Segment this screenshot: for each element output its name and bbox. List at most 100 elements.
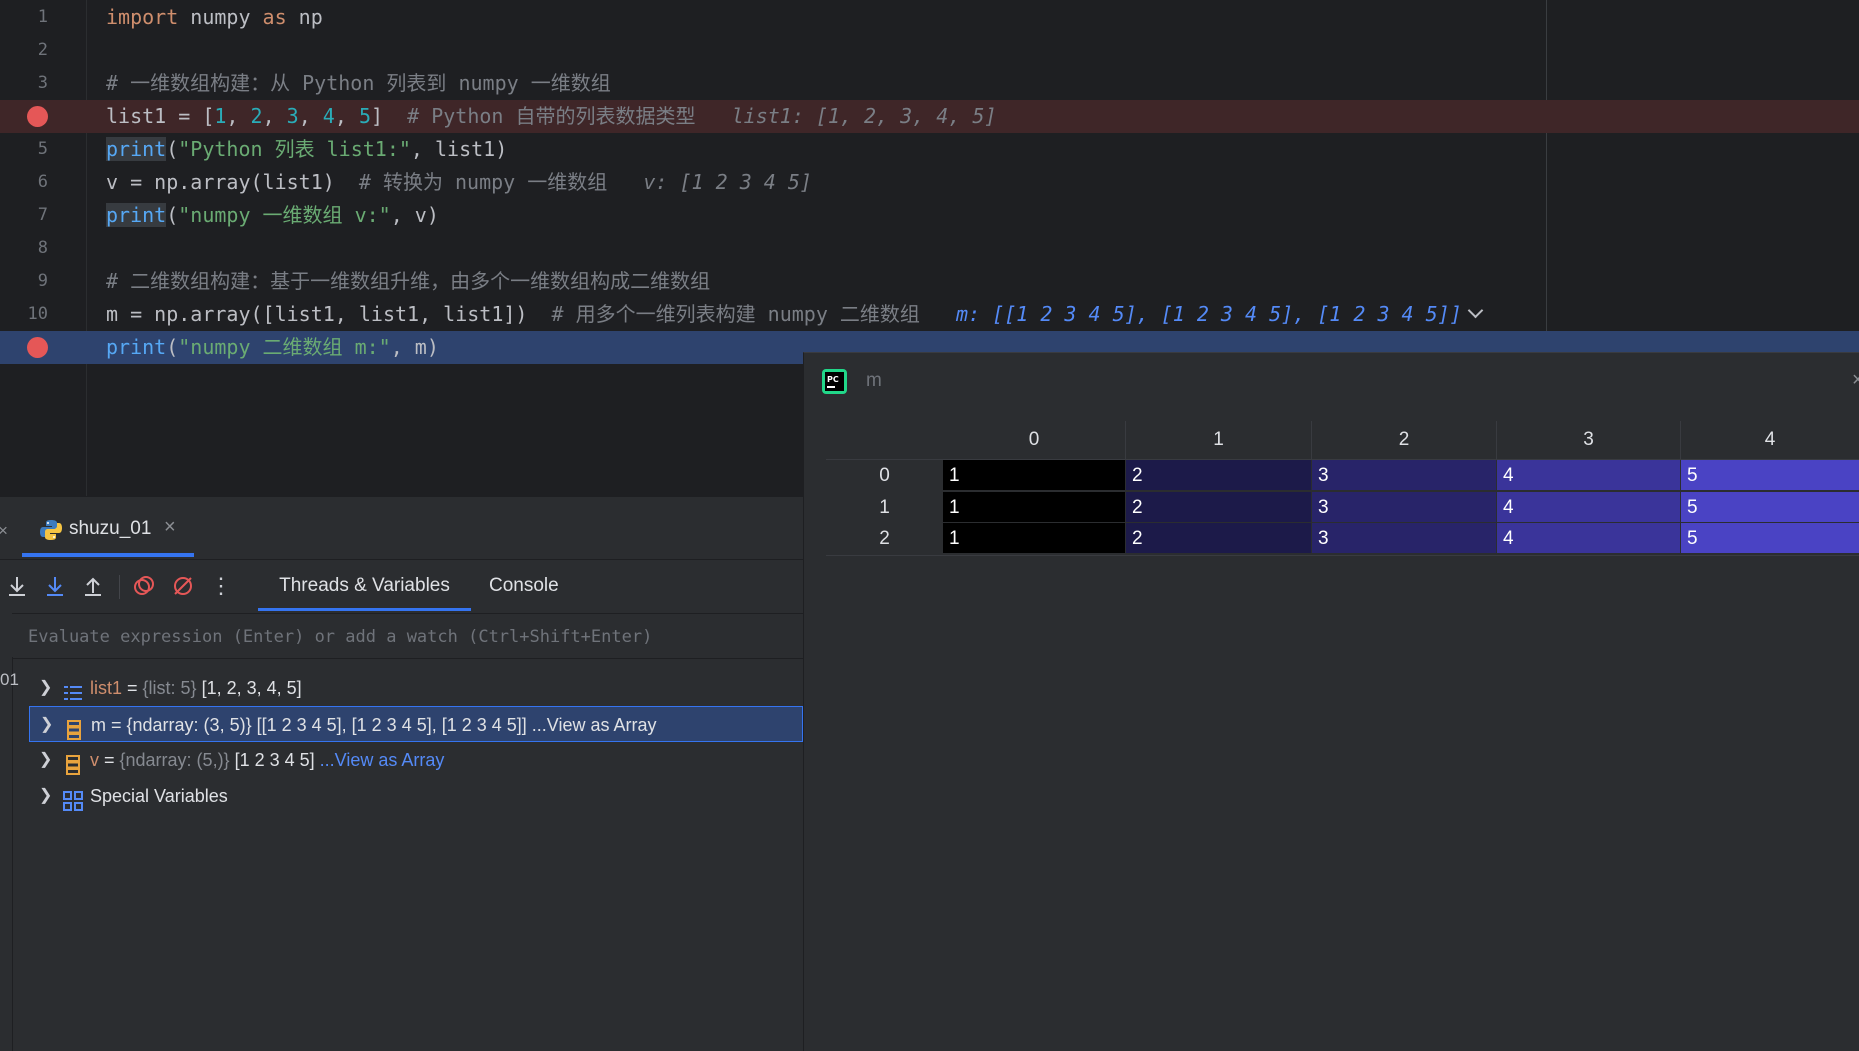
viewer-title-bar: PC m × <box>804 353 1859 413</box>
code-text: list1 = [1, 2, 3, 4, 5] # Python 自带的列表数据… <box>106 100 997 133</box>
variable-text: m = {ndarray: (3, 5)} [[1 2 3 4 5], [1 2… <box>91 707 657 743</box>
line-number: 5 <box>37 139 48 159</box>
code-token: # 一维数组构建：从 Python 列表到 numpy 一维数组 <box>106 71 611 95</box>
breakpoint-icon[interactable] <box>27 337 48 358</box>
row-index[interactable]: 1 <box>826 492 943 523</box>
variable-text: Special Variables <box>90 778 228 814</box>
frames-strip: 01 <box>0 657 19 1051</box>
code-token: , list1) <box>410 137 508 161</box>
code-line[interactable]: 6 v = np.array(list1) # 转换为 numpy 一维数组 v:… <box>0 166 1859 199</box>
pycharm-icon: PC <box>822 369 847 394</box>
code-text: print("Python 列表 list1:", list1) <box>106 133 507 166</box>
close-icon[interactable]: × <box>1852 369 1859 392</box>
code-token: "numpy 二维数组 m:" <box>178 335 391 359</box>
line-number: 6 <box>37 172 48 192</box>
array-cell[interactable]: 3 <box>1312 523 1497 554</box>
code-token: as <box>262 5 287 29</box>
variable-row[interactable]: ❯ Special Variables <box>29 778 803 814</box>
array-cell[interactable]: 1 <box>943 491 1126 523</box>
step-into-icon[interactable] <box>40 571 70 601</box>
code-token: ( <box>166 137 179 161</box>
variable-row[interactable]: ❯ m = {ndarray: (3, 5)} [[1 2 3 4 5], [1 … <box>29 706 803 742</box>
frame-stub[interactable]: 01 <box>0 670 19 690</box>
view-as-array-link[interactable]: ...View as Array <box>320 750 445 770</box>
more-options-icon[interactable]: ⋮ <box>206 571 236 601</box>
tab-threads-variables[interactable]: Threads & Variables <box>258 561 471 611</box>
code-token: 2 <box>250 104 263 128</box>
variable-type: {ndarray: (5,)} <box>119 750 230 770</box>
array-cell[interactable]: 4 <box>1497 491 1681 523</box>
svg-text:PC: PC <box>827 375 839 384</box>
code-token: 3 <box>286 104 299 128</box>
code-token: print <box>106 137 167 161</box>
variable-text: v = {ndarray: (5,)} [1 2 3 4 5] ...View … <box>90 742 444 778</box>
column-header[interactable]: 2 <box>1312 421 1497 459</box>
code-token: m = np.array([list1, list1, list1]) <box>106 302 552 326</box>
expand-chevron-icon[interactable] <box>1467 302 1484 319</box>
code-text: # 一维数组构建：从 Python 列表到 numpy 一维数组 <box>106 67 611 100</box>
array-cell[interactable]: 4 <box>1497 523 1681 554</box>
array-cell[interactable]: 2 <box>1126 460 1312 491</box>
mute-breakpoints-icon[interactable] <box>168 571 198 601</box>
row-index[interactable]: 2 <box>826 523 943 554</box>
close-icon[interactable]: × <box>0 521 8 541</box>
run-config-tab[interactable]: shuzu_01 × <box>22 497 194 557</box>
code-line[interactable]: list1 = [1, 2, 3, 4, 5] # Python 自带的列表数据… <box>0 100 1859 133</box>
variable-row[interactable]: ❯ list1 = {list: 5} [1, 2, 3, 4, 5] <box>29 670 803 706</box>
code-line[interactable]: 2 <box>0 34 1859 67</box>
variable-value: [1, 2, 3, 4, 5] <box>196 678 302 698</box>
expand-arrow-icon[interactable]: ❯ <box>39 778 52 814</box>
line-number: 1 <box>37 7 48 27</box>
step-over-icon[interactable] <box>2 571 32 601</box>
column-header[interactable]: 4 <box>1681 421 1859 459</box>
column-header[interactable]: 0 <box>943 421 1126 459</box>
step-out-icon[interactable] <box>78 571 108 601</box>
view-breakpoints-icon[interactable] <box>129 571 159 601</box>
variable-name: Special Variables <box>90 786 228 806</box>
array-cell[interactable]: 3 <box>1312 491 1497 523</box>
array-cell[interactable]: 5 <box>1681 523 1859 554</box>
variable-name: list1 <box>90 678 123 698</box>
code-line[interactable]: 10 m = np.array([list1, list1, list1]) # … <box>0 298 1859 331</box>
code-text: m = np.array([list1, list1, list1]) # 用多… <box>106 298 1484 331</box>
code-token: import <box>106 5 179 29</box>
array-cell[interactable]: 1 <box>943 523 1126 554</box>
evaluate-expression-input[interactable] <box>26 622 790 652</box>
code-token: # 转换为 numpy 一维数组 <box>358 170 608 194</box>
variable-value: [[1 2 3 4 5], [1 2 3 4 5], [1 2 3 4 5]] <box>251 715 532 735</box>
code-line[interactable]: 8 <box>0 232 1859 265</box>
close-tab-icon[interactable]: × <box>164 516 176 539</box>
tab-console[interactable]: Console <box>489 561 559 611</box>
divider <box>0 559 803 560</box>
code-token: # 用多个一维列表构建 numpy 二维数组 <box>551 302 920 326</box>
code-line[interactable]: 3 # 一维数组构建：从 Python 列表到 numpy 一维数组 <box>0 67 1859 100</box>
code-line[interactable]: 7 print("numpy 一维数组 v:", v) <box>0 199 1859 232</box>
evaluate-expression-bar <box>12 613 803 659</box>
breakpoint-icon[interactable] <box>27 106 48 127</box>
row-index[interactable]: 0 <box>826 460 943 491</box>
array-cell[interactable]: 4 <box>1497 460 1681 491</box>
variable-equals: = <box>106 715 127 735</box>
array-cell[interactable]: 5 <box>1681 491 1859 523</box>
line-number: 3 <box>37 73 48 93</box>
code-line[interactable]: 5 print("Python 列表 list1:", list1) <box>0 133 1859 166</box>
array-cell[interactable]: 1 <box>943 460 1126 491</box>
column-header[interactable]: 1 <box>1126 421 1312 459</box>
expand-arrow-icon[interactable]: ❯ <box>40 707 53 743</box>
code-line[interactable]: 9 # 二维数组构建：基于一维数组升维，由多个一维数组构成二维数组 <box>0 265 1859 298</box>
array-cell[interactable]: 3 <box>1312 460 1497 491</box>
column-header[interactable]: 3 <box>1497 421 1681 459</box>
array-cell[interactable]: 2 <box>1126 491 1312 523</box>
expand-arrow-icon[interactable]: ❯ <box>39 742 52 778</box>
expand-arrow-icon[interactable]: ❯ <box>39 670 52 706</box>
code-line[interactable]: 1 import numpy as np <box>0 1 1859 34</box>
code-token: ( <box>166 203 179 227</box>
variable-value: [1 2 3 4 5] <box>229 750 320 770</box>
array-cell[interactable]: 2 <box>1126 523 1312 554</box>
code-text: print("numpy 二维数组 m:", m) <box>106 331 439 364</box>
array-cell[interactable]: 5 <box>1681 460 1859 491</box>
variable-row[interactable]: ❯ v = {ndarray: (5,)} [1 2 3 4 5] ...View… <box>29 742 803 778</box>
code-text: v = np.array(list1) # 转换为 numpy 一维数组 v: … <box>106 166 812 199</box>
view-as-array-link[interactable]: ...View as Array <box>532 715 657 735</box>
code-text: print("numpy 一维数组 v:", v) <box>106 199 439 232</box>
